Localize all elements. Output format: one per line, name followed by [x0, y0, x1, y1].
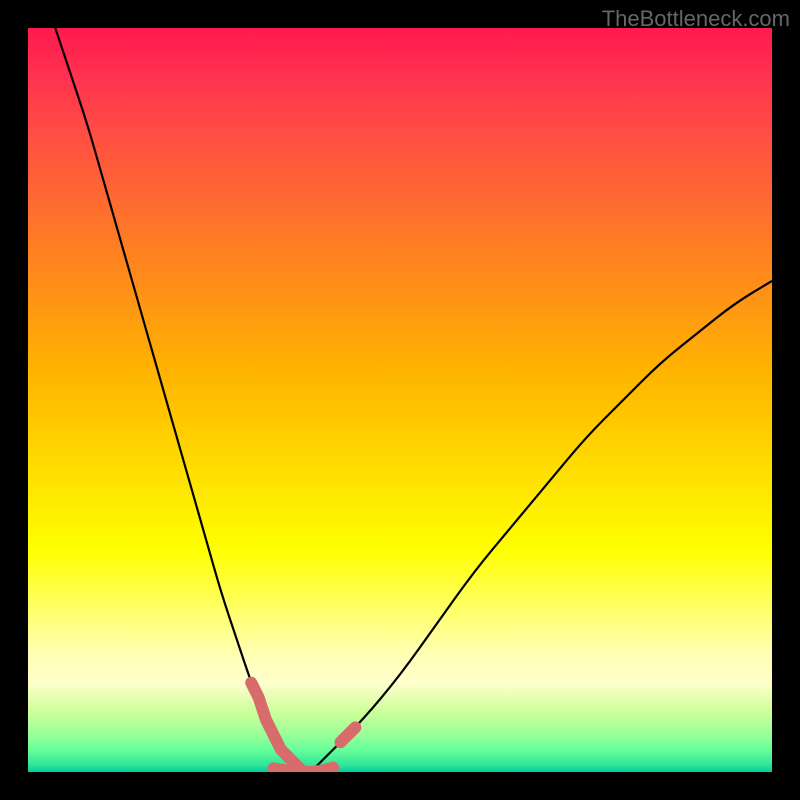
highlight-right-segment: [340, 727, 355, 742]
watermark-text: TheBottleneck.com: [602, 6, 790, 32]
bottleneck-curve-line: [28, 28, 772, 772]
highlight-bottom-segment: [274, 768, 334, 772]
chart-plot-area: [28, 28, 772, 772]
highlight-left-segment: [251, 683, 303, 772]
chart-svg: [28, 28, 772, 772]
